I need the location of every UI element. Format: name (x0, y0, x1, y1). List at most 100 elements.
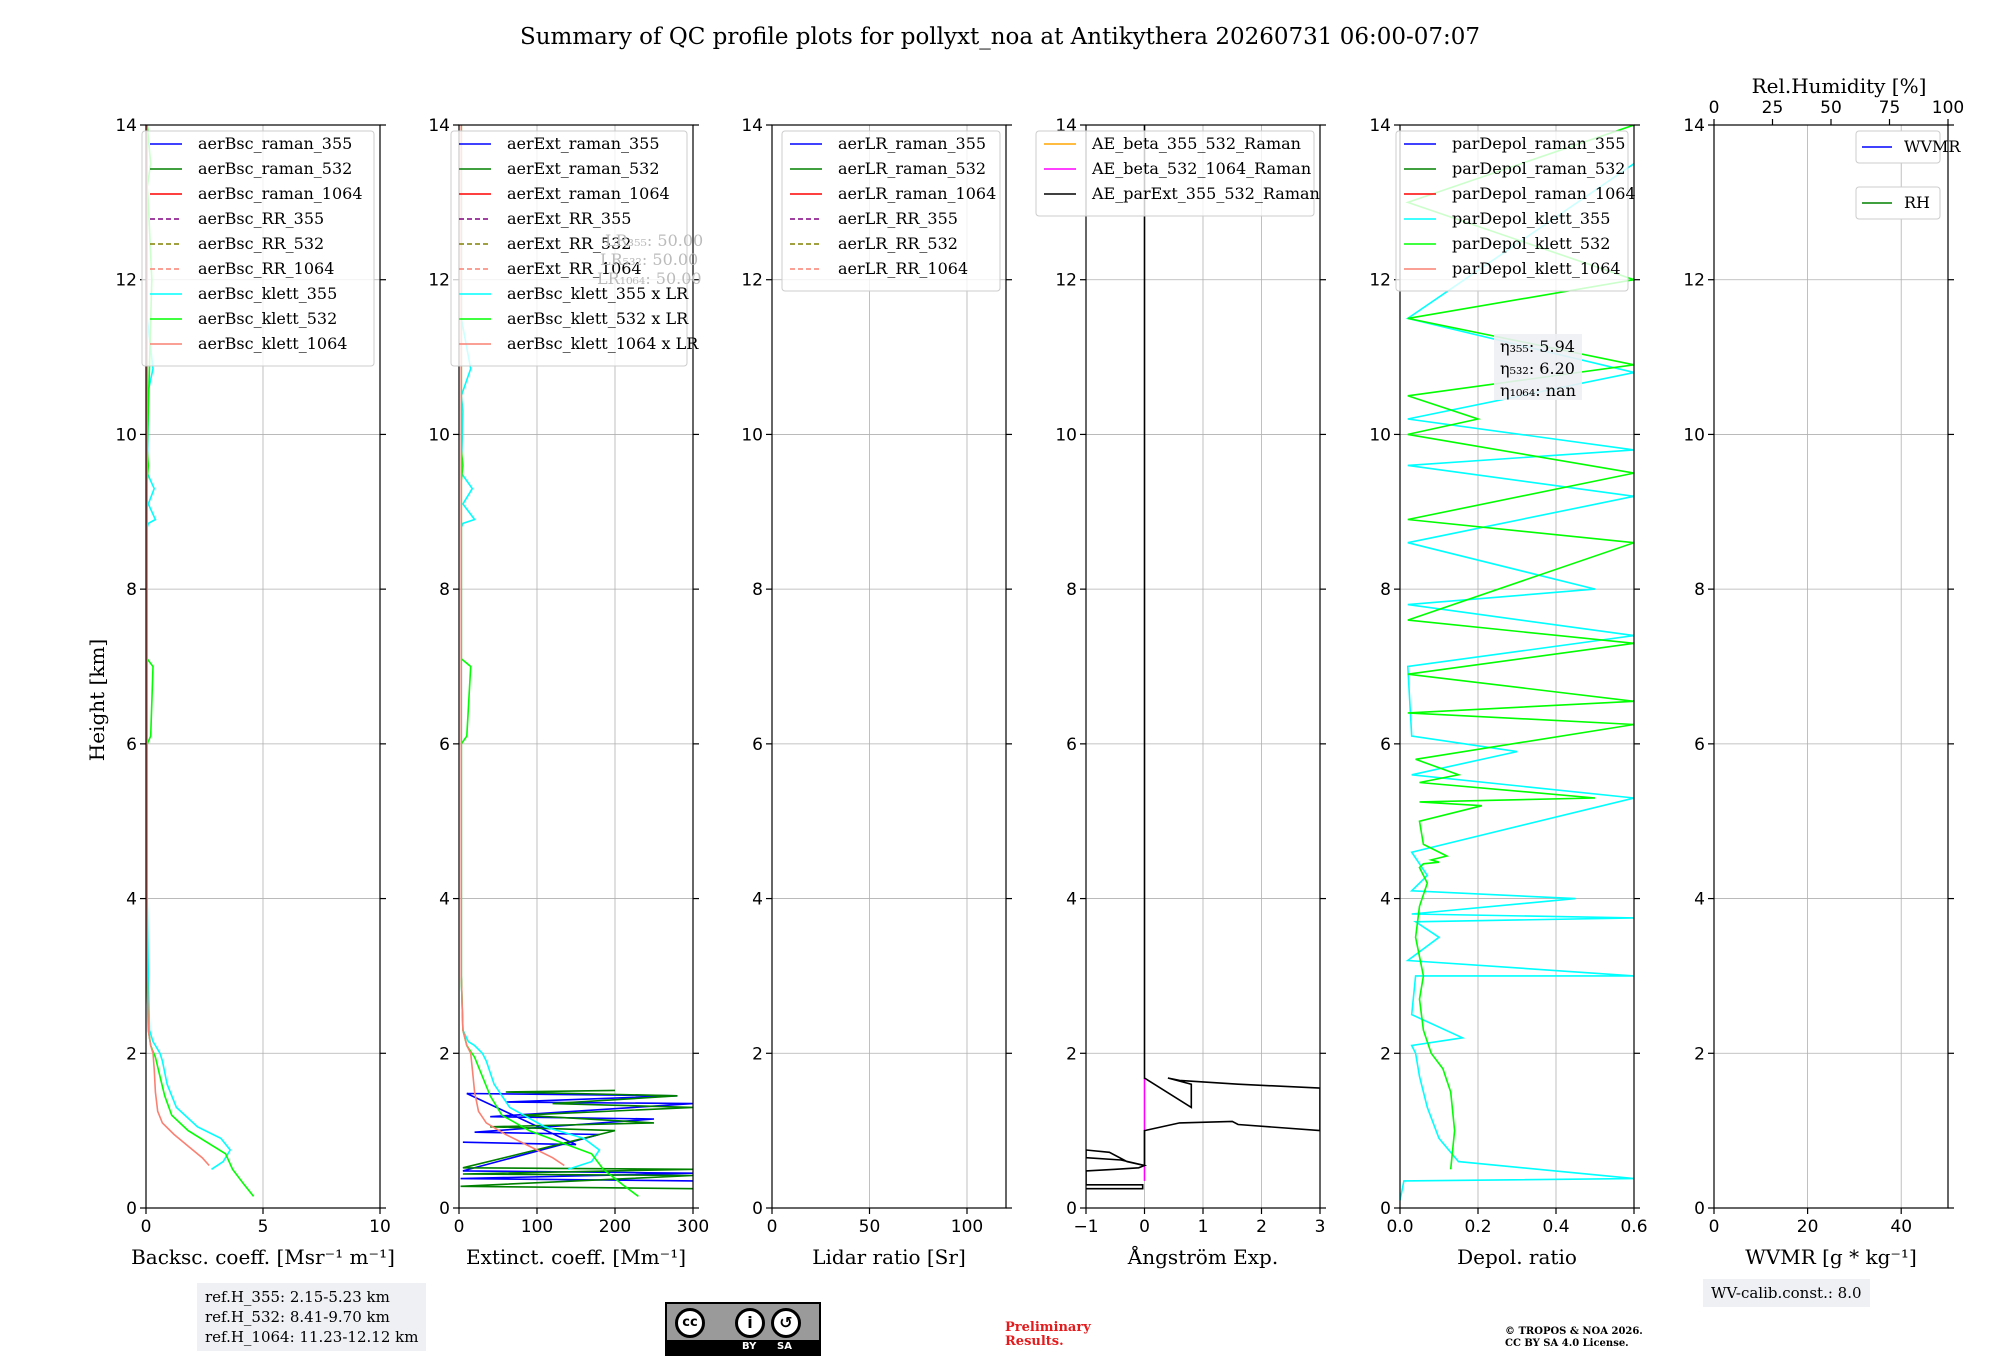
y-tick-label: 4 (752, 890, 763, 910)
axes-frame (1713, 124, 1949, 1209)
lr-note-355: LR₃₅₅: 50.00 (605, 231, 703, 250)
legend-entry: parDepol_raman_532 (1452, 159, 1625, 178)
x2-tick-label: 100 (1932, 98, 1964, 118)
refh-1064: ref.H_1064: 11.23-12.12 km (205, 1328, 419, 1346)
legend-entry: WVMR (1904, 137, 1961, 156)
legend-entry: aerBsc_klett_355 (198, 284, 337, 303)
x-tick-label: 300 (677, 1217, 709, 1237)
y-tick-label: 8 (752, 580, 763, 600)
legend-entry: aerBsc_RR_355 (198, 209, 324, 228)
x-tick-label: 3 (1315, 1217, 1326, 1237)
x-axis-label: Extinct. coeff. [Mm⁻¹] (466, 1245, 686, 1269)
y-tick-label: 0 (1380, 1199, 1391, 1219)
eta-355: η₃₅₅: 5.94 (1500, 337, 1575, 356)
x-axis-label: Depol. ratio (1457, 1245, 1577, 1269)
legend-entry: aerLR_RR_1064 (838, 259, 968, 278)
y-tick-label: 2 (1694, 1044, 1705, 1064)
y-tick-label: 8 (1694, 580, 1705, 600)
legend-entry: aerExt_raman_1064 (507, 184, 670, 203)
y-tick-label: 14 (741, 116, 763, 136)
x-tick-label: 50 (859, 1217, 881, 1237)
y-tick-label: 12 (1369, 271, 1391, 291)
y-tick-label: 4 (1066, 890, 1077, 910)
y-tick-label: 2 (752, 1044, 763, 1064)
y-tick-label: 8 (439, 580, 450, 600)
refh-355: ref.H_355: 2.15-5.23 km (205, 1288, 390, 1306)
preliminary-note: Preliminary Results. (1005, 1321, 1091, 1349)
copyright-line-2: CC BY SA 4.0 License. (1505, 1338, 1629, 1349)
x-tick-label: 0.0 (1386, 1217, 1413, 1237)
x-tick-label: 0.6 (1620, 1217, 1647, 1237)
x-tick-label: 100 (951, 1217, 983, 1237)
legend-entry: aerExt_raman_532 (507, 159, 660, 178)
legend-entry: AE_beta_532_1064_Raman (1091, 159, 1311, 178)
y-tick-label: 12 (428, 271, 450, 291)
panel-1: 0 2 4 6 8 10 12 14 0 5 10 Backsc. coeff. [Msr⁻¹ m⁻¹… (115, 116, 395, 1269)
series-line-parDepol-klett-355 (1400, 163, 1634, 1201)
x-tick-label: 0 (141, 1217, 152, 1237)
y-tick-label: 0 (752, 1199, 763, 1219)
y-tick-label: 0 (1694, 1199, 1705, 1219)
cc-by-label: BY (742, 1341, 757, 1352)
x2-tick-label: 0 (1709, 98, 1720, 118)
x-tick-label: 0.4 (1542, 1217, 1569, 1237)
legend-entry: aerBsc_RR_1064 (198, 259, 334, 278)
x-tick-label: −1 (1073, 1217, 1098, 1237)
x-tick-label: 0 (767, 1217, 778, 1237)
lr-note-1064: LR₁₀₆₄: 50.00 (597, 269, 702, 288)
panel-6: 024681012140 20 40WVMR [g * kg⁻¹]0 25 50 75 10… (1683, 74, 1964, 1269)
wv-calib-text: WV-calib.const.: 8.0 (1711, 1284, 1862, 1302)
y-tick-label: 8 (1066, 580, 1077, 600)
legend-entry: aerExt_raman_355 (507, 134, 660, 153)
y-tick-label: 4 (126, 890, 137, 910)
legend-entry: aerLR_RR_355 (838, 209, 958, 228)
y-tick-label: 6 (752, 735, 763, 755)
y-tick-label: 10 (1683, 425, 1705, 445)
legend-entry: aerLR_RR_532 (838, 234, 958, 253)
y-tick-label: 10 (428, 425, 450, 445)
sa-share-icon: ↺ (771, 1308, 801, 1338)
x-tick-label: 2 (1256, 1217, 1267, 1237)
preliminary-line-2: Results. (1005, 1334, 1064, 1349)
y-tick-label: 6 (1694, 735, 1705, 755)
panels: 024681012140 5 10Backsc. coeff. [Msr⁻¹ m⁻¹… (115, 74, 1964, 1269)
y-tick-label: 14 (1683, 116, 1705, 136)
cc-badge-bar: BY SA (667, 1340, 819, 1354)
legend-entry: aerBsc_raman_532 (198, 159, 352, 178)
panel-5: 0 2 4 6 8 10 12 14 0.0 0.2 0.4 0.6 Depol. ratio parDe… (1369, 116, 1647, 1269)
copyright-line-1: © TROPOS & NOA 2026. (1505, 1326, 1643, 1337)
y-tick-label: 6 (126, 735, 137, 755)
panel-2: 0 2 4 6 8 10 12 14 0 100 200 300 Extinct. coeff. [Mm… (428, 116, 709, 1269)
legend-entry: AE_beta_355_532_Raman (1091, 134, 1301, 153)
x-axis-label: Backsc. coeff. [Msr⁻¹ m⁻¹] (131, 1245, 395, 1269)
x-axis-label: Ångström Exp. (1127, 1244, 1278, 1269)
legend-entry: aerBsc_klett_1064 x LR (507, 334, 699, 353)
y-tick-label: 2 (439, 1044, 450, 1064)
y-tick-label: 14 (1369, 116, 1391, 136)
refh-532: ref.H_532: 8.41-9.70 km (205, 1308, 390, 1326)
y-tick-label: 10 (1369, 425, 1391, 445)
y-tick-label: 10 (115, 425, 137, 445)
preliminary-line-1: Preliminary (1005, 1320, 1091, 1335)
x-tick-label: 100 (521, 1217, 553, 1237)
reference-height-box: ref.H_355: 2.15-5.23 km ref.H_532: 8.41-… (197, 1283, 427, 1351)
x-tick-label: 0 (1709, 1217, 1720, 1237)
y-tick-label: 14 (115, 116, 137, 136)
panel-4: 02468101214−1 0 1 2 3Ångström Exp.AE_beta_35… (1035, 116, 1326, 1269)
x2-tick-label: 25 (1762, 98, 1784, 118)
legend-entry: aerExt_RR_355 (507, 209, 631, 228)
x2-axis-label: Rel.Humidity [%] (1752, 74, 1927, 98)
y-tick-label: 0 (439, 1199, 450, 1219)
y-tick-label: 0 (126, 1199, 137, 1219)
y-tick-label: 0 (1066, 1199, 1077, 1219)
x-tick-label: 5 (258, 1217, 269, 1237)
eta-532: η₅₃₂: 6.20 (1500, 359, 1575, 378)
y-tick-label: 10 (1055, 425, 1077, 445)
legend-entry: aerBsc_RR_532 (198, 234, 324, 253)
x-tick-label: 0 (454, 1217, 465, 1237)
y-tick-label: 12 (1055, 271, 1077, 291)
by-person-icon: i (735, 1308, 765, 1338)
y-tick-label: 2 (1380, 1044, 1391, 1064)
legend-entry: aerBsc_raman_1064 (198, 184, 363, 203)
legend-entry: parDepol_raman_355 (1452, 134, 1625, 153)
